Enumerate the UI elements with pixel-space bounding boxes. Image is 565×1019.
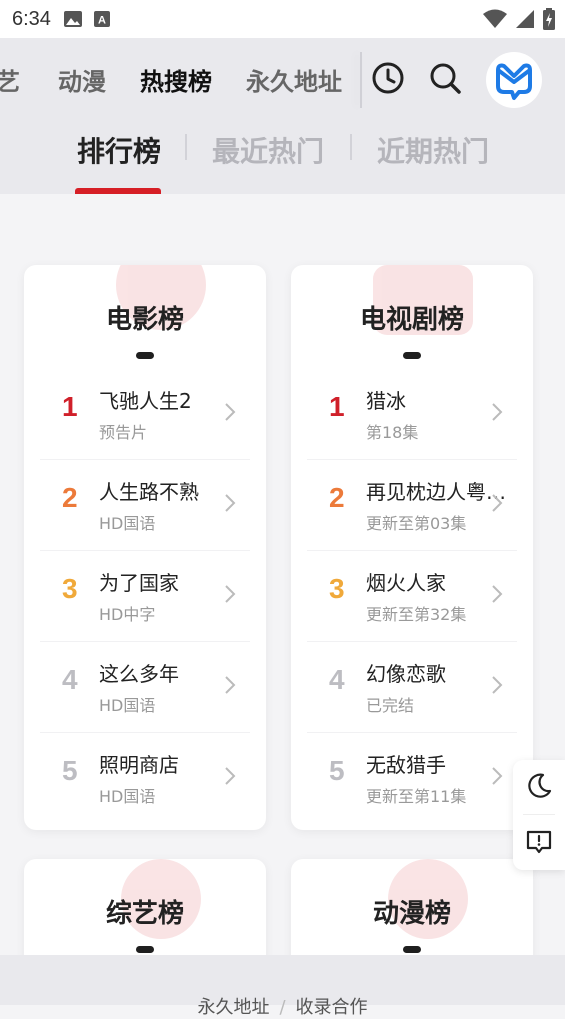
nav-item-label: 热搜榜 [140,68,212,96]
subtab-divider [185,134,187,160]
card-title: 综艺榜 [105,899,184,929]
rank-item[interactable]: 1 飞驰人生2 预告片 [40,369,250,460]
app-logo-graphic [496,63,532,100]
side-float-panel [513,760,565,870]
rank-number: 1 [62,391,78,422]
nav-item-anime[interactable]: 动漫 [58,62,106,97]
card-title-dash [136,946,154,953]
rank-subtitle: HD国语 [99,514,156,533]
nav-item-hot-search[interactable]: 热搜榜 [140,62,212,99]
rank-item[interactable]: 2 再见枕边人粤… 更新至第03集 [307,460,517,551]
card-title-dash [136,352,154,359]
subtab-ranking[interactable]: 排行榜 [77,130,161,170]
rank-number: 4 [62,664,78,695]
rank-number: 5 [62,755,78,786]
card-movie-ranking: 电影榜 1 飞驰人生2 预告片 2 人生路不熟 HD国语 3 为了国家 HD中字… [24,265,266,830]
footer: 永久地址 / 收录合作 [0,955,565,1018]
nav-item-label: 永久地址 [246,68,342,96]
rank-list: 1 猎冰 第18集 2 再见枕边人粤… 更新至第03集 3 烟火人家 更新至第3… [307,369,517,823]
app-notification-icon: A [93,11,110,27]
chevron-right-icon [225,767,236,785]
chevron-right-icon [225,494,236,512]
subtab-active-underline [75,188,161,194]
card-title: 电影榜 [105,305,184,335]
clock-icon[interactable] [370,60,406,96]
rank-item[interactable]: 1 猎冰 第18集 [307,369,517,460]
card-title: 电视剧榜 [359,305,464,335]
rank-number: 3 [62,573,78,604]
rank-subtitle: 更新至第11集 [366,787,467,806]
chevron-right-icon [225,585,236,603]
nav-item-permanent-address[interactable]: 永久地址 [246,62,342,97]
footer-separator: / [279,997,286,1018]
rank-item[interactable]: 5 照明商店 HD国语 [40,733,250,823]
chevron-right-icon [492,676,503,694]
card-tv-ranking: 电视剧榜 1 猎冰 第18集 2 再见枕边人粤… 更新至第03集 3 烟火人家 … [291,265,533,830]
battery-icon [543,8,555,30]
rank-subtitle: 更新至第32集 [366,605,467,624]
rank-number: 3 [329,573,345,604]
rank-item[interactable]: 2 人生路不熟 HD国语 [40,460,250,551]
rank-list: 1 飞驰人生2 预告片 2 人生路不熟 HD国语 3 为了国家 HD中字 4 这… [40,369,250,823]
rank-subtitle: HD中字 [99,605,156,624]
rank-number: 4 [329,664,345,695]
status-bar: 6:34 A [0,0,565,38]
nav-item-label: 艺 [0,68,20,96]
status-time: 6:34 [12,7,51,30]
chevron-right-icon [492,403,503,421]
card-title-dash [403,352,421,359]
top-nav: 艺 动漫 热搜榜 永久地址 [0,38,565,120]
chevron-right-icon [492,494,503,512]
chevron-right-icon [225,676,236,694]
footer-link-collaboration[interactable]: 收录合作 [296,997,368,1018]
sub-tabs: 排行榜 最近热门 近期热门 [0,120,565,194]
feedback-icon[interactable] [525,828,553,856]
search-icon[interactable] [427,60,463,96]
side-float-divider [523,814,555,815]
subtab-recent-hot[interactable]: 最近热门 [212,130,324,170]
chevron-right-icon [492,585,503,603]
gallery-notification-icon [63,11,82,27]
nav-divider [360,52,362,108]
svg-text:A: A [98,15,106,27]
nav-item-variety[interactable]: 艺 [0,62,20,97]
nav-scroll[interactable]: 艺 动漫 热搜榜 永久地址 [0,38,362,120]
rank-number: 5 [329,755,345,786]
rank-item[interactable]: 5 无敌猎手 更新至第11集 [307,733,517,823]
rank-item[interactable]: 4 这么多年 HD国语 [40,642,250,733]
rank-subtitle: HD国语 [99,696,156,715]
rank-number: 1 [329,391,345,422]
rank-item[interactable]: 3 烟火人家 更新至第32集 [307,551,517,642]
footer-link-permanent-address[interactable]: 永久地址 [197,997,269,1018]
chevron-right-icon [225,403,236,421]
wifi-icon [483,9,507,28]
subtab-period-hot[interactable]: 近期热门 [377,130,489,170]
card-title: 动漫榜 [372,899,451,929]
signal-icon [516,10,534,28]
nav-item-label: 动漫 [58,68,106,96]
card-title-dash [403,946,421,953]
rank-subtitle: 预告片 [99,423,148,442]
moon-icon[interactable] [525,772,553,800]
app-logo-icon[interactable] [486,52,542,108]
chevron-right-icon [492,767,503,785]
rank-subtitle: HD国语 [99,787,156,806]
rank-item[interactable]: 3 为了国家 HD中字 [40,551,250,642]
rank-number: 2 [329,482,345,513]
rank-subtitle: 已完结 [366,696,415,715]
rank-number: 2 [62,482,78,513]
subtab-divider [350,134,352,160]
rank-subtitle: 第18集 [366,423,419,442]
rank-subtitle: 更新至第03集 [366,514,467,533]
rank-item[interactable]: 4 幻像恋歌 已完结 [307,642,517,733]
footer-links: 永久地址 / 收录合作 [0,993,565,1019]
